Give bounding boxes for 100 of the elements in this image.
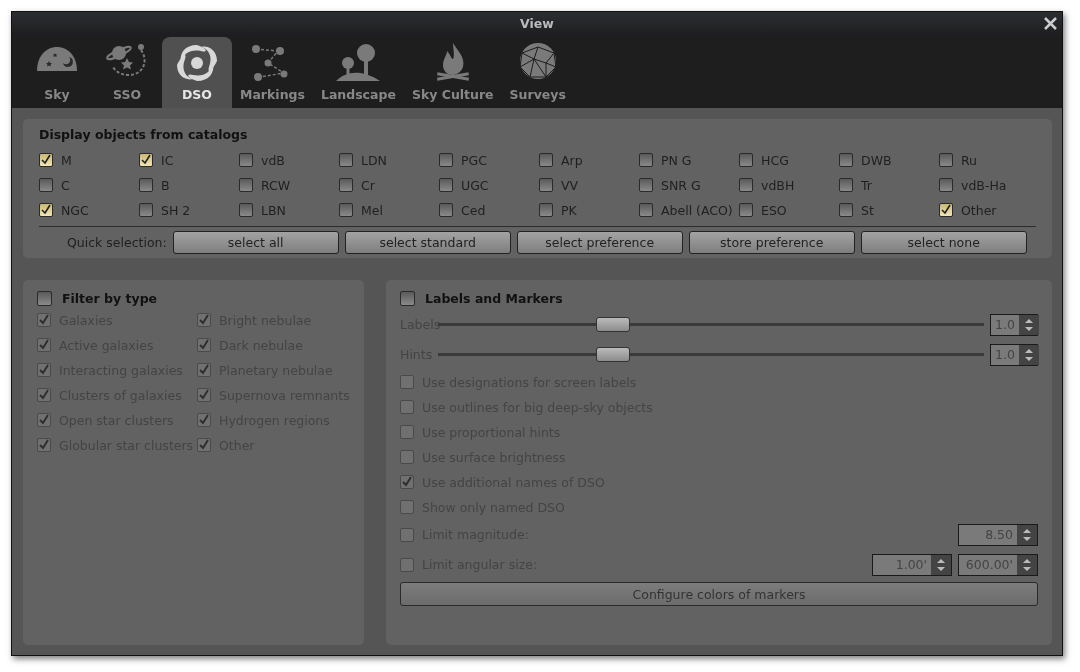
quick-selection-label: Quick selection: bbox=[67, 235, 167, 250]
tab[interactable]: Landscape bbox=[312, 37, 404, 108]
checkbox[interactable] bbox=[400, 527, 414, 542]
panel-title: Labels and Markers bbox=[425, 290, 563, 306]
tab[interactable]: SSO bbox=[92, 37, 162, 108]
checkbox[interactable] bbox=[400, 375, 414, 389]
checkbox[interactable] bbox=[739, 203, 753, 217]
checkbox[interactable] bbox=[39, 178, 53, 192]
checkbox-label: Abell (ACO) bbox=[661, 202, 733, 218]
checkbox[interactable] bbox=[37, 413, 51, 427]
checkbox[interactable] bbox=[239, 203, 253, 217]
checkbox[interactable] bbox=[197, 363, 211, 377]
tab[interactable]: Sky Culture bbox=[403, 37, 502, 108]
checkbox[interactable] bbox=[197, 388, 211, 402]
checkbox[interactable] bbox=[197, 438, 211, 452]
checkbox[interactable] bbox=[400, 557, 414, 572]
checkbox[interactable] bbox=[339, 178, 353, 192]
checkbox[interactable] bbox=[400, 450, 414, 464]
checkbox[interactable] bbox=[239, 153, 253, 167]
checkbox-label: St bbox=[861, 202, 874, 218]
checkbox-label: vdBH bbox=[761, 177, 795, 193]
checkbox[interactable] bbox=[197, 413, 211, 427]
checkbox[interactable] bbox=[39, 153, 53, 167]
checkbox[interactable] bbox=[439, 178, 453, 192]
checkbox[interactable] bbox=[139, 203, 153, 217]
checkbox-label: PN G bbox=[661, 152, 692, 168]
checkbox[interactable] bbox=[239, 178, 253, 192]
checkbox[interactable] bbox=[939, 178, 953, 192]
checkbox-label: C bbox=[61, 177, 70, 193]
checkbox[interactable] bbox=[37, 363, 51, 377]
checkbox-label: Mel bbox=[361, 202, 383, 218]
panel-title: Filter by type bbox=[62, 290, 158, 306]
checkbox-label: Arp bbox=[561, 152, 583, 168]
checkbox[interactable] bbox=[439, 203, 453, 217]
tab[interactable]: Sky bbox=[22, 37, 92, 108]
checkbox[interactable] bbox=[539, 203, 553, 217]
tab[interactable]: Surveys bbox=[501, 37, 574, 108]
checkbox[interactable] bbox=[339, 153, 353, 167]
checkbox[interactable] bbox=[639, 203, 653, 217]
checkbox[interactable] bbox=[639, 178, 653, 192]
checkbox[interactable] bbox=[197, 338, 211, 352]
checkbox[interactable] bbox=[139, 153, 153, 167]
quick-select-button[interactable]: select preference bbox=[516, 231, 683, 254]
checkbox-label: vdB bbox=[261, 152, 285, 168]
checkbox[interactable] bbox=[739, 153, 753, 167]
checkbox-label: PGC bbox=[461, 152, 487, 168]
checkbox[interactable] bbox=[939, 153, 953, 167]
checkbox-label: Tr bbox=[861, 177, 872, 193]
checkbox[interactable] bbox=[400, 400, 414, 414]
slider-thumb[interactable] bbox=[595, 317, 630, 332]
checkbox-label: NGC bbox=[61, 202, 89, 218]
checkbox[interactable] bbox=[400, 500, 414, 514]
checkbox[interactable] bbox=[39, 203, 53, 217]
checkbox[interactable] bbox=[339, 203, 353, 217]
checkbox-label: SH 2 bbox=[161, 202, 191, 218]
checkbox[interactable] bbox=[639, 153, 653, 167]
checkbox-label: RCW bbox=[261, 177, 291, 193]
checkbox[interactable] bbox=[37, 438, 51, 452]
panel-title: Display objects from catalogs bbox=[39, 127, 249, 142]
checkbox[interactable] bbox=[197, 313, 211, 327]
checkbox[interactable] bbox=[139, 178, 153, 192]
tab[interactable]: Markings bbox=[232, 37, 313, 108]
configure-colors-button[interactable]: Configure colors of markers bbox=[400, 582, 1038, 606]
quick-select-button[interactable]: store preference bbox=[688, 231, 855, 254]
checkbox[interactable] bbox=[939, 203, 953, 217]
checkbox-label: UGC bbox=[461, 177, 489, 193]
checkbox[interactable] bbox=[439, 153, 453, 167]
checkbox-label: SNR G bbox=[661, 177, 701, 193]
close-icon[interactable] bbox=[1043, 16, 1058, 31]
checkbox-label: vdB-Ha bbox=[961, 177, 1007, 193]
checkbox-label: LBN bbox=[261, 202, 286, 218]
quick-select-button[interactable]: select all bbox=[172, 231, 339, 254]
checkbox-label: DWB bbox=[861, 152, 892, 168]
checkbox-label: M bbox=[61, 152, 72, 168]
checkbox[interactable] bbox=[37, 313, 51, 327]
checkbox-label: LDN bbox=[361, 152, 387, 168]
slider-thumb[interactable] bbox=[595, 347, 630, 362]
checkbox[interactable] bbox=[839, 178, 853, 192]
checkbox-label: Ced bbox=[461, 202, 486, 218]
checkbox[interactable] bbox=[37, 338, 51, 352]
checkbox[interactable] bbox=[37, 388, 51, 402]
checkbox-label: ESO bbox=[761, 202, 787, 218]
checkbox[interactable] bbox=[400, 475, 414, 489]
checkbox[interactable] bbox=[400, 290, 415, 306]
checkbox-label: PK bbox=[561, 202, 577, 218]
checkbox[interactable] bbox=[539, 153, 553, 167]
quick-select-button[interactable]: select standard bbox=[344, 231, 511, 254]
tab[interactable]: DSO bbox=[162, 37, 232, 108]
checkbox[interactable] bbox=[839, 203, 853, 217]
quick-select-button[interactable]: select none bbox=[860, 231, 1027, 254]
checkbox[interactable] bbox=[400, 425, 414, 439]
checkbox[interactable] bbox=[37, 290, 52, 306]
checkbox-label: HCG bbox=[761, 152, 789, 168]
checkbox[interactable] bbox=[539, 178, 553, 192]
checkbox[interactable] bbox=[739, 178, 753, 192]
checkbox-label: Other bbox=[961, 202, 997, 218]
checkbox[interactable] bbox=[839, 153, 853, 167]
checkbox-label: B bbox=[161, 177, 170, 193]
checkbox-label: Ru bbox=[961, 152, 978, 168]
checkbox-label: IC bbox=[161, 152, 174, 168]
